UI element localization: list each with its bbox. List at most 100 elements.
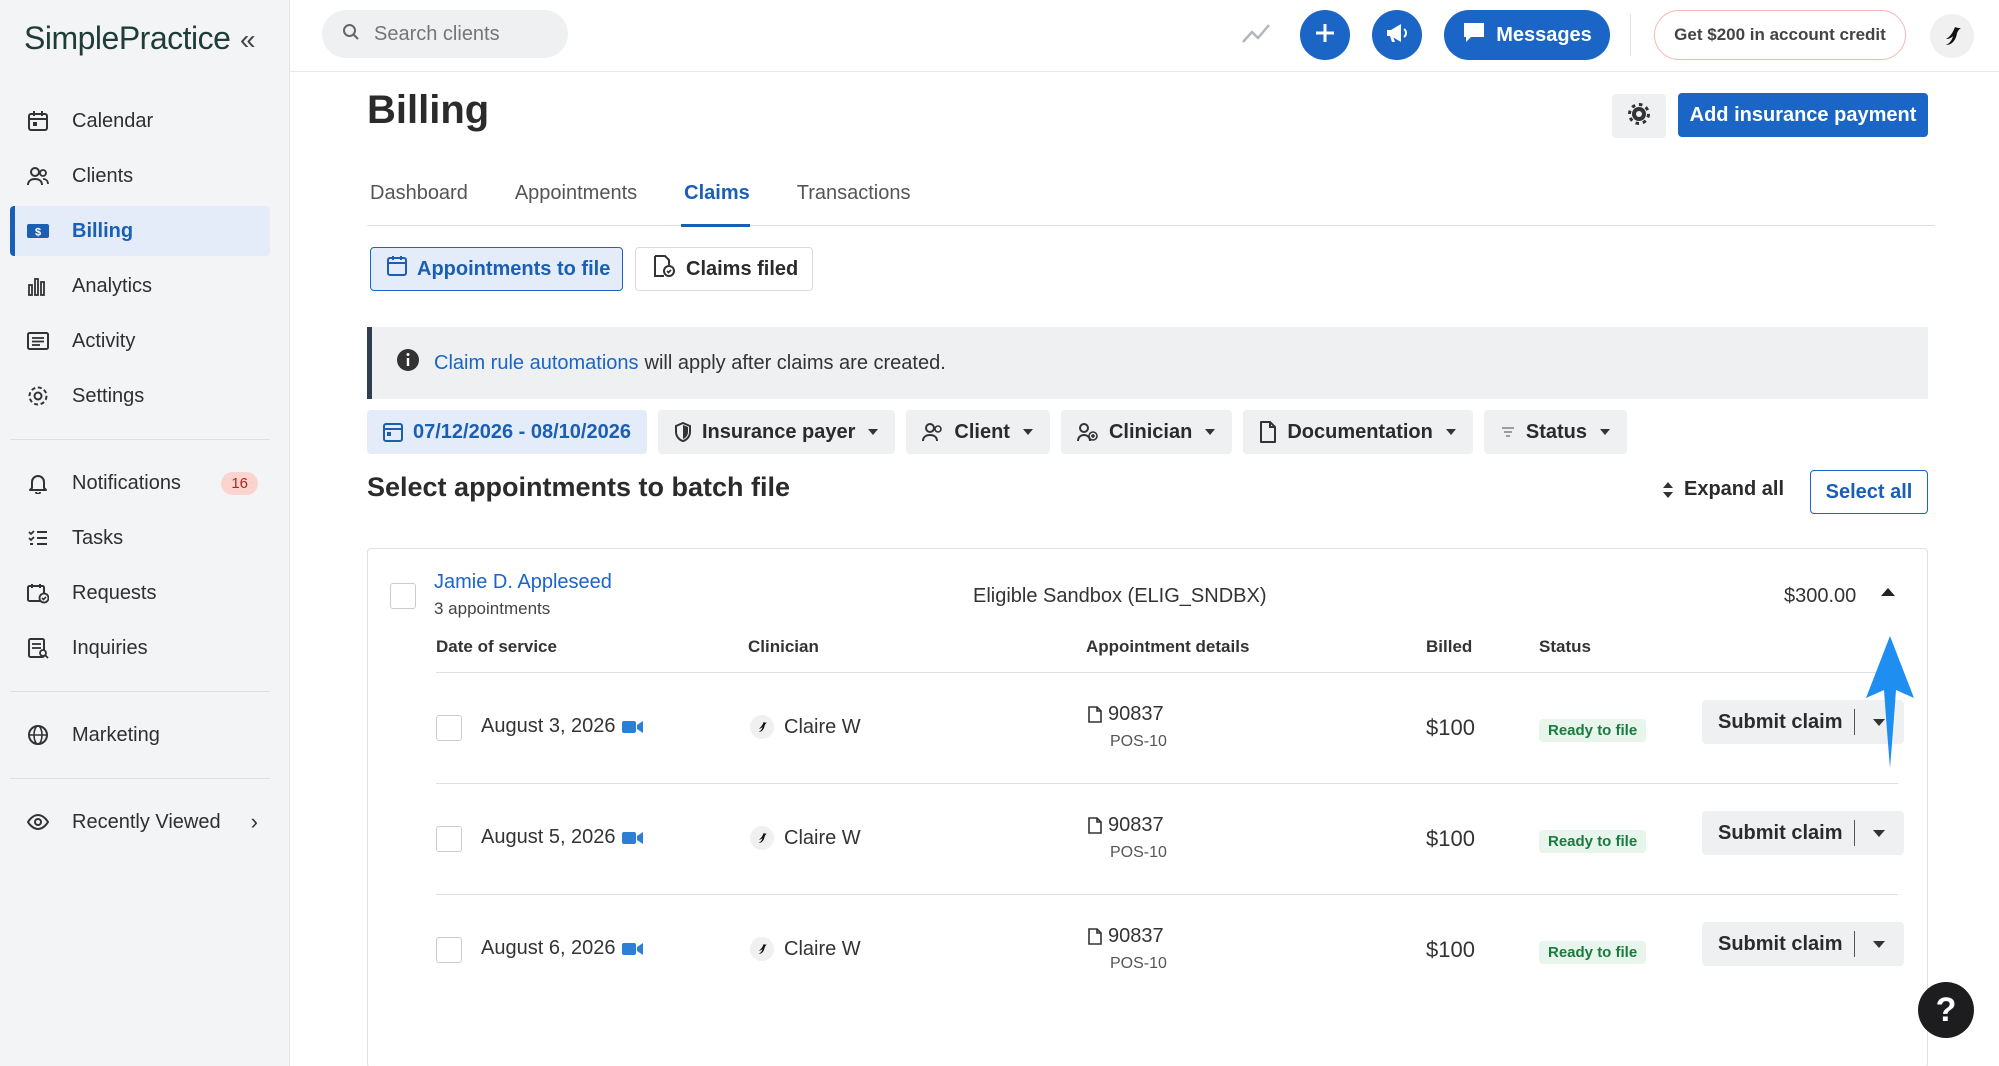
expand-all-button[interactable]: Expand all	[1662, 478, 1784, 501]
sidebar-item-requests[interactable]: Requests	[10, 568, 270, 618]
topbar-divider	[1630, 14, 1631, 56]
submit-claim-button[interactable]: Submit claim	[1702, 933, 1854, 956]
client-claims-card: Jamie D. Appleseed 3 appointments Eligib…	[367, 548, 1928, 1066]
place-of-service: POS-10	[1110, 844, 1167, 861]
documentation-filter[interactable]: Documentation	[1243, 410, 1473, 454]
search-input[interactable]	[374, 22, 554, 46]
table-row: August 3, 2026 Claire W 90837 POS-10 $10…	[436, 673, 1904, 784]
search-box[interactable]	[322, 10, 568, 58]
account-credit-button[interactable]: Get $200 in account credit	[1654, 10, 1906, 60]
sidebar-item-inquiries[interactable]: Inquiries	[10, 623, 270, 673]
sidebar-item-marketing[interactable]: Marketing	[10, 710, 270, 760]
sidebar-item-label: Requests	[72, 581, 157, 604]
column-header: Appointment details	[1086, 637, 1250, 656]
chevron-down-icon	[1022, 429, 1033, 435]
claims-filed-toggle[interactable]: Claims filed	[635, 247, 813, 291]
status-filter[interactable]: Status	[1483, 410, 1627, 454]
sidebar-item-analytics[interactable]: Analytics	[10, 261, 270, 311]
client-filter[interactable]: Client	[906, 410, 1050, 454]
sidebar-item-recently-viewed[interactable]: Recently Viewed ›	[10, 797, 270, 847]
submit-claim-button[interactable]: Submit claim	[1702, 711, 1854, 734]
date-range-filter[interactable]: 07/12/2026 - 08/10/2026	[367, 410, 647, 454]
avatar[interactable]	[1930, 14, 1974, 58]
sidebar-item-settings[interactable]: Settings	[10, 371, 270, 421]
sidebar-item-notifications[interactable]: Notifications 16	[10, 458, 270, 508]
clinician-filter[interactable]: Clinician	[1060, 410, 1233, 454]
date-of-service: August 3, 2026	[481, 715, 616, 737]
chevron-up-icon[interactable]	[1880, 585, 1896, 603]
eye-icon	[26, 810, 50, 834]
tab-claims[interactable]: Claims	[681, 182, 750, 227]
place-of-service: POS-10	[1110, 955, 1167, 972]
table-row: August 6, 2026 Claire W 90837 POS-10 $10…	[436, 895, 1904, 1006]
info-text: will apply after claims are created.	[644, 351, 946, 374]
add-insurance-payment-button[interactable]: Add insurance payment	[1678, 93, 1928, 137]
sidebar-item-calendar[interactable]: Calendar	[10, 96, 270, 146]
collapse-sidebar-icon[interactable]: «	[240, 26, 256, 54]
info-icon	[396, 348, 420, 378]
tab-appointments[interactable]: Appointments	[512, 182, 637, 226]
appointment-code: 90837	[1088, 814, 1164, 837]
tab-dashboard[interactable]: Dashboard	[367, 182, 468, 226]
appointment-code: 90837	[1088, 925, 1164, 948]
filter-bar: 07/12/2026 - 08/10/2026 Insurance payer …	[367, 410, 1638, 454]
place-of-service: POS-10	[1110, 733, 1167, 750]
tab-transactions[interactable]: Transactions	[794, 182, 911, 226]
sidebar-item-tasks[interactable]: Tasks	[10, 513, 270, 563]
clients-icon	[922, 423, 943, 442]
row-select-checkbox[interactable]	[436, 715, 462, 741]
chat-icon	[1462, 21, 1496, 49]
plus-icon	[1313, 21, 1337, 50]
row-select-checkbox[interactable]	[436, 937, 462, 963]
announcements-button[interactable]	[1372, 10, 1422, 60]
status-badge: Ready to file	[1539, 719, 1647, 742]
clinician-name: Claire W	[784, 826, 861, 849]
row-select-checkbox[interactable]	[436, 826, 462, 852]
billed-amount: $100	[1426, 826, 1475, 851]
megaphone-icon	[1384, 21, 1410, 50]
insurance-payer-filter[interactable]: Insurance payer	[657, 410, 896, 454]
chevron-right-icon: ›	[250, 809, 258, 834]
brand-logo[interactable]: SimplePractice	[24, 20, 231, 57]
sidebar-item-label: Clients	[72, 164, 134, 187]
filter-lines-icon	[1501, 427, 1514, 437]
sort-arrows-icon	[1663, 481, 1673, 498]
clinician-avatar	[750, 937, 774, 961]
sidebar-item-clients[interactable]: Clients	[10, 151, 270, 201]
claim-rule-automations-link[interactable]: Claim rule automations	[434, 352, 639, 375]
help-button[interactable]: ?	[1918, 982, 1974, 1038]
select-all-button[interactable]: Select all	[1810, 470, 1928, 514]
sidebar-item-activity[interactable]: Activity	[10, 316, 270, 366]
chevron-down-icon	[1445, 429, 1456, 435]
submit-claim-button[interactable]: Submit claim	[1702, 822, 1854, 845]
activity-icon	[26, 329, 50, 353]
clinician-icon	[1076, 423, 1098, 442]
billed-amount: $100	[1426, 937, 1475, 962]
sidebar-divider	[10, 439, 270, 440]
status-badge: Ready to file	[1539, 830, 1647, 853]
sidebar-item-label: Activity	[72, 329, 136, 352]
billing-settings-button[interactable]	[1612, 94, 1666, 138]
notifications-badge: 16	[221, 471, 258, 495]
chevron-down-icon	[868, 429, 879, 435]
appointments-to-file-toggle[interactable]: Appointments to file	[370, 247, 623, 291]
document-check-icon	[652, 254, 686, 284]
requests-icon	[26, 581, 50, 605]
chevron-down-icon[interactable]	[1855, 829, 1903, 838]
messages-button[interactable]: Messages	[1444, 10, 1610, 60]
client-name-link[interactable]: Jamie D. Appleseed	[434, 571, 612, 594]
tasks-icon	[26, 526, 50, 550]
sidebar-item-billing[interactable]: $ Billing	[10, 206, 270, 256]
inquiries-icon	[26, 636, 50, 660]
clients-icon	[26, 164, 50, 188]
filter-label: Client	[954, 420, 1010, 443]
submit-claim-split-button: Submit claim	[1702, 922, 1904, 966]
column-header: Status	[1539, 637, 1591, 656]
chevron-down-icon[interactable]	[1855, 940, 1903, 949]
clinician-cell: Claire W	[750, 826, 861, 850]
add-button[interactable]	[1300, 10, 1350, 60]
trend-icon[interactable]	[1240, 18, 1272, 53]
filter-label: Status	[1525, 420, 1587, 443]
client-select-checkbox[interactable]	[390, 583, 416, 609]
sidebar-item-label: Marketing	[72, 723, 160, 746]
